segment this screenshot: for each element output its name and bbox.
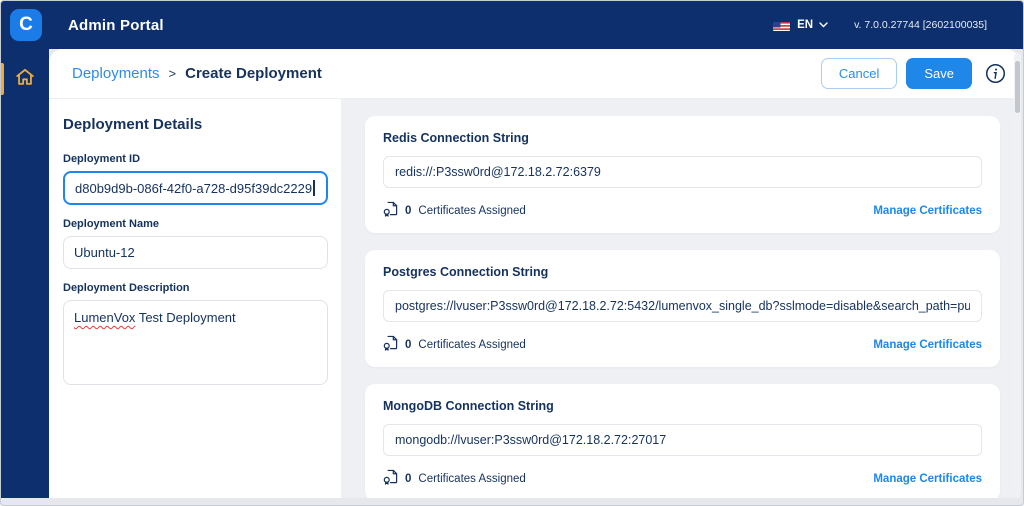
cancel-button[interactable]: Cancel	[821, 58, 897, 89]
breadcrumb-current: Create Deployment	[185, 65, 322, 82]
deployment-id-input[interactable]: d80b9d9b-086f-42f0-a728-d95f39dc2229	[63, 171, 328, 205]
save-button[interactable]: Save	[906, 58, 972, 89]
postgres-connection-card: Postgres Connection String	[365, 250, 1000, 367]
scrollbar-thumb[interactable]	[1015, 61, 1020, 113]
connection-strings-panel: Redis Connection String	[341, 99, 1020, 498]
deployment-id-field: Deployment ID d80b9d9b-086f-42f0-a728-d9…	[63, 153, 328, 205]
redis-card-title: Redis Connection String	[383, 131, 982, 145]
postgres-manage-certificates-link[interactable]: Manage Certificates	[873, 339, 982, 351]
us-flag-icon	[773, 20, 790, 31]
deployment-description-label: Deployment Description	[63, 282, 328, 294]
mongodb-card-footer: 0 Certificates Assigned Manage Certifica…	[383, 469, 982, 488]
redis-connection-input[interactable]	[383, 156, 982, 188]
deployment-name-field: Deployment Name	[63, 218, 328, 269]
deployment-details-panel: Deployment Details Deployment ID d80b9d9…	[49, 99, 341, 498]
mongodb-connection-card: MongoDB Connection String	[365, 384, 1000, 498]
deployment-id-label: Deployment ID	[63, 153, 328, 165]
app-logo[interactable]: C	[10, 9, 42, 41]
mongodb-cert-count: 0	[405, 473, 411, 485]
chevron-down-icon[interactable]	[819, 22, 828, 28]
postgres-cert-count: 0	[405, 339, 411, 351]
sidebar	[1, 49, 49, 498]
home-icon	[14, 66, 36, 93]
text-caret	[313, 180, 315, 196]
active-indicator	[1, 63, 4, 95]
certificate-icon	[383, 469, 398, 488]
deployment-description-field: Deployment Description LumenVox Test Dep…	[63, 282, 328, 385]
top-bar: C Admin Portal EN v. 7.0.0.27744 [260210…	[1, 1, 1023, 49]
app-title: Admin Portal	[68, 17, 164, 34]
redis-manage-certificates-link[interactable]: Manage Certificates	[873, 205, 982, 217]
description-rest: Test Deployment	[135, 310, 235, 325]
postgres-card-title: Postgres Connection String	[383, 265, 982, 279]
header-actions: Cancel Save	[821, 58, 1006, 89]
postgres-card-footer: 0 Certificates Assigned Manage Certifica…	[383, 335, 982, 354]
redis-cert-count: 0	[405, 205, 411, 217]
admin-portal-window: C Admin Portal EN v. 7.0.0.27744 [260210…	[0, 0, 1024, 506]
mongodb-manage-certificates-link[interactable]: Manage Certificates	[873, 473, 982, 485]
version-text: v. 7.0.0.27744 [2602100035]	[854, 19, 987, 31]
postgres-cert-info: 0 Certificates Assigned	[383, 335, 526, 354]
main-split: Deployment Details Deployment ID d80b9d9…	[49, 99, 1020, 498]
deployment-description-input[interactable]: LumenVox Test Deployment	[63, 300, 328, 385]
breadcrumb-separator: >	[169, 66, 177, 81]
language-selector[interactable]: EN	[797, 19, 813, 31]
panel-heading: Deployment Details	[63, 116, 328, 133]
certificate-icon	[383, 201, 398, 220]
mongodb-connection-input[interactable]	[383, 424, 982, 456]
deployment-id-value: d80b9d9b-086f-42f0-a728-d95f39dc2229	[75, 181, 312, 196]
redis-card-footer: 0 Certificates Assigned Manage Certifica…	[383, 201, 982, 220]
redis-connection-card: Redis Connection String	[365, 116, 1000, 233]
redis-cert-label: Certificates Assigned	[418, 205, 525, 217]
breadcrumb: Deployments > Create Deployment	[72, 65, 322, 82]
topbar-right-group: EN v. 7.0.0.27744 [2602100035]	[773, 19, 987, 31]
info-icon[interactable]	[985, 63, 1006, 84]
certificate-icon	[383, 335, 398, 354]
vertical-scrollbar[interactable]	[1014, 53, 1021, 496]
postgres-cert-label: Certificates Assigned	[418, 339, 525, 351]
redis-cert-info: 0 Certificates Assigned	[383, 201, 526, 220]
deployment-name-label: Deployment Name	[63, 218, 328, 230]
deployment-name-input[interactable]	[63, 236, 328, 269]
description-misspelled-word: LumenVox	[74, 310, 135, 325]
mongodb-card-title: MongoDB Connection String	[383, 399, 982, 413]
breadcrumb-deployments[interactable]: Deployments	[72, 65, 160, 82]
mongodb-cert-info: 0 Certificates Assigned	[383, 469, 526, 488]
page-header: Deployments > Create Deployment Cancel S…	[49, 49, 1020, 99]
mongodb-cert-label: Certificates Assigned	[418, 473, 525, 485]
sidebar-item-home[interactable]	[1, 60, 49, 98]
postgres-connection-input[interactable]	[383, 290, 982, 322]
content-area: Deployments > Create Deployment Cancel S…	[49, 49, 1020, 498]
